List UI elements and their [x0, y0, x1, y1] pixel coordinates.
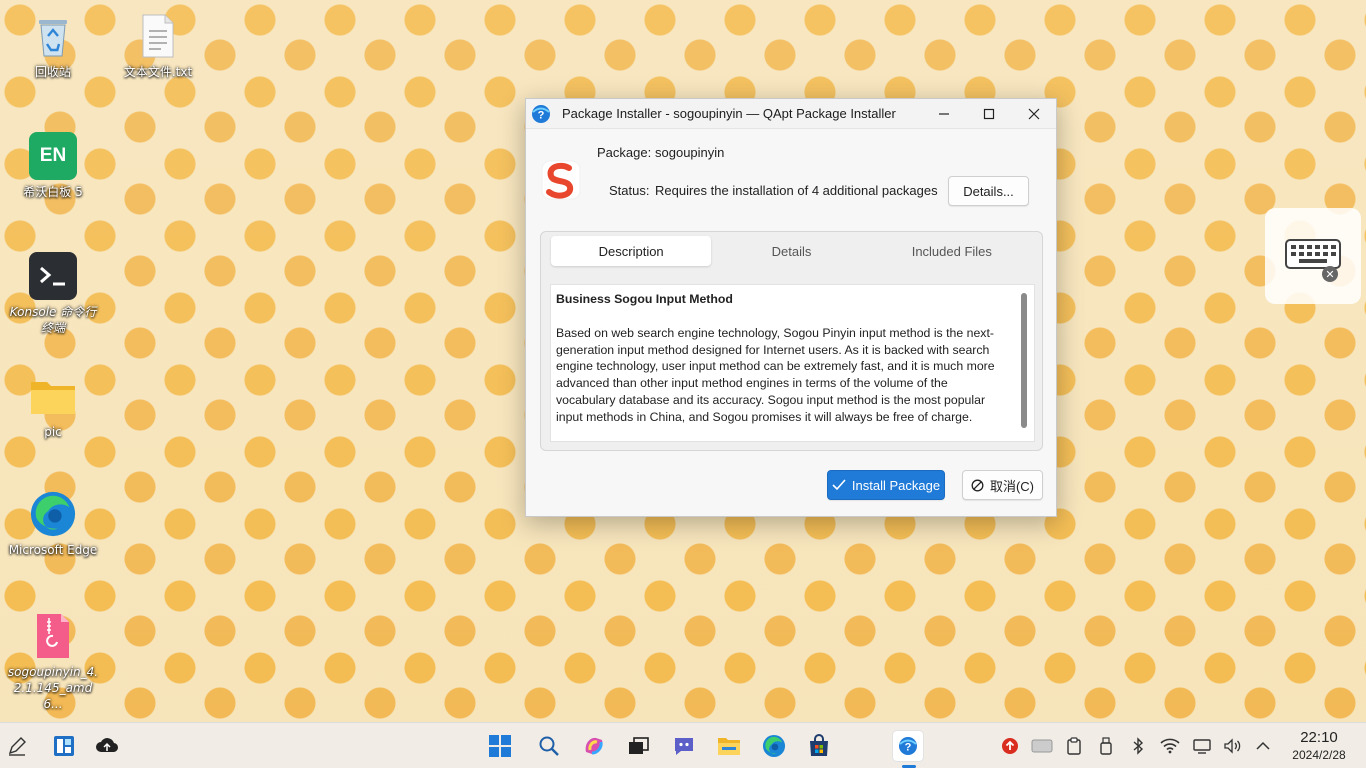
display-icon[interactable] — [1191, 735, 1213, 757]
pen-icon[interactable] — [2, 731, 32, 761]
desktop-icon-text-file[interactable]: 文本文件.txt — [110, 12, 206, 80]
dialog-titlebar[interactable]: ? Package Installer - sogoupinyin — QApt… — [526, 99, 1056, 129]
tab-bar: Description Details Included Files — [541, 232, 1042, 270]
cloud-sync-icon[interactable] — [92, 731, 122, 761]
system-clock[interactable]: 22:10 2024/2/28 — [1282, 729, 1356, 763]
desktop-icon-recycle-bin[interactable]: 回收站 — [5, 12, 101, 80]
bluetooth-icon[interactable] — [1127, 735, 1149, 757]
package-summary: Package: sogoupinyin Status: Requires th… — [526, 129, 1056, 229]
widgets-icon[interactable] — [49, 731, 79, 761]
update-notification-icon[interactable] — [999, 735, 1021, 757]
seewo-badge: EN — [39, 145, 67, 166]
desktop-icon-microsoft-edge[interactable]: Microsoft Edge — [5, 490, 101, 558]
maximize-button[interactable] — [966, 99, 1011, 129]
package-installer-dialog: ? Package Installer - sogoupinyin — QApt… — [525, 98, 1057, 517]
deb-package-icon — [29, 612, 77, 660]
search-icon[interactable] — [534, 731, 564, 761]
tab-description[interactable]: Description — [551, 236, 712, 266]
desktop-icon-label: 回收站 — [34, 65, 71, 79]
close-icon — [1028, 108, 1039, 119]
desktop-icon-label: 文本文件.txt — [123, 65, 193, 79]
desktop-icon-label: pic — [44, 425, 62, 439]
terminal-icon — [29, 252, 77, 300]
minimize-icon — [938, 112, 949, 115]
text-file-icon — [134, 12, 182, 60]
description-panel[interactable]: Business Sogou Input Method Based on web… — [550, 284, 1035, 442]
seewo-whiteboard-icon: EN — [29, 132, 77, 180]
desktop-icon-konsole[interactable]: Konsole 命令行终端 — [5, 252, 101, 336]
desktop-icon-sogoupinyin-deb[interactable]: sogoupinyin_4.2.1.145_amd6... — [5, 612, 101, 712]
keyboard-tray-icon[interactable] — [1030, 735, 1054, 757]
edge-taskbar-icon[interactable] — [759, 731, 789, 761]
clipboard-icon[interactable] — [1063, 735, 1085, 757]
sogou-logo-icon — [538, 157, 584, 203]
desktop-icon-seewo-whiteboard[interactable]: EN 希沃白板 5 — [5, 132, 101, 200]
package-installer-taskbar-icon[interactable]: ? — [893, 731, 923, 761]
minimize-button[interactable] — [921, 99, 966, 129]
package-label: Package: — [597, 145, 652, 160]
status-label: Status: — [609, 183, 650, 198]
maximize-icon — [983, 108, 994, 119]
status-value: Requires the installation of 4 additiona… — [655, 183, 938, 198]
tab-details[interactable]: Details — [711, 236, 871, 266]
usb-device-icon[interactable] — [1095, 735, 1117, 757]
description-body: Based on web search engine technology, S… — [556, 325, 995, 424]
wifi-icon[interactable] — [1159, 735, 1181, 757]
description-heading: Business Sogou Input Method — [556, 292, 733, 306]
chat-icon[interactable] — [669, 731, 699, 761]
svg-text:?: ? — [538, 109, 545, 121]
description-text: Business Sogou Input Method Based on web… — [551, 285, 1034, 426]
desktop-icon-label: Microsoft Edge — [8, 543, 98, 557]
store-icon[interactable] — [804, 731, 834, 761]
close-button[interactable] — [1011, 99, 1056, 129]
description-scrollbar[interactable] — [1020, 291, 1028, 437]
clock-time: 22:10 — [1300, 729, 1338, 746]
edge-icon — [29, 490, 77, 538]
dialog-title: Package Installer - sogoupinyin — QApt P… — [562, 106, 896, 121]
folder-icon — [29, 372, 77, 420]
keyboard-close-icon[interactable]: ✕ — [1322, 266, 1338, 282]
file-explorer-icon[interactable] — [714, 731, 744, 761]
virtual-keyboard-widget[interactable] — [1265, 208, 1361, 304]
install-package-label: Install Package — [851, 477, 941, 493]
volume-icon[interactable] — [1222, 735, 1244, 757]
desktop-icon-label: sogoupinyin_4.2.1.145_amd6... — [7, 665, 99, 711]
cancel-button[interactable]: 取消(C) — [962, 470, 1043, 500]
install-package-button[interactable]: Install Package — [827, 470, 945, 500]
chevron-up-icon[interactable] — [1252, 735, 1274, 757]
cancel-label: 取消(C) — [989, 478, 1035, 494]
checkmark-icon — [832, 479, 846, 491]
task-view-icon[interactable] — [624, 731, 654, 761]
copilot-icon[interactable] — [579, 731, 609, 761]
cancel-icon — [971, 479, 984, 491]
clock-date: 2024/2/28 — [1292, 748, 1346, 762]
package-value: sogoupinyin — [655, 145, 725, 160]
start-menu-icon[interactable] — [485, 731, 515, 761]
desktop-icon-pic-folder[interactable]: pic — [5, 372, 101, 440]
scrollbar-thumb[interactable] — [1021, 293, 1027, 428]
taskbar: ? 22:10 2024/2/28 — [0, 722, 1366, 768]
recycle-bin-icon — [29, 12, 77, 60]
svg-text:?: ? — [905, 742, 912, 754]
info-tabs: Description Details Included Files Busin… — [540, 231, 1043, 451]
desktop-icon-label: Konsole 命令行终端 — [9, 305, 97, 335]
tab-included-files[interactable]: Included Files — [872, 236, 1032, 266]
desktop-icon-label: 希沃白板 5 — [23, 185, 83, 199]
details-button[interactable]: Details... — [948, 176, 1029, 206]
package-installer-app-icon: ? — [530, 103, 552, 125]
